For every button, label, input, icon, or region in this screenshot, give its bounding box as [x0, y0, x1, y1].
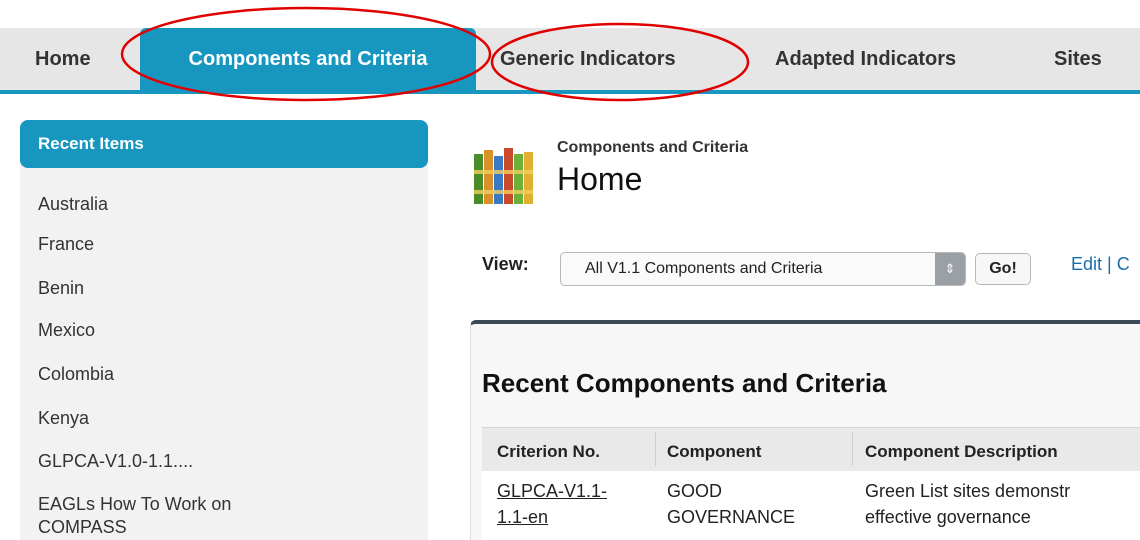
tab-components-and-criteria[interactable]: Components and Criteria — [140, 28, 476, 90]
go-button[interactable]: Go! — [975, 253, 1031, 285]
recent-items-header: Recent Items — [20, 120, 428, 168]
recent-item-link-continuation[interactable]: COMPASS — [38, 517, 127, 538]
component-line2: GOVERNANCE — [667, 507, 796, 527]
column-divider — [655, 432, 656, 466]
column-header-criterion[interactable]: Criterion No. — [497, 442, 600, 462]
recent-item-link[interactable]: GLPCA-V1.0-1.1.... — [38, 451, 193, 472]
description-line1: Green List sites demonstr — [865, 481, 1071, 501]
tab-generic-indicators[interactable]: Generic Indicators — [500, 28, 676, 90]
tab-bar: Home Components and Criteria Generic Ind… — [0, 28, 1140, 94]
view-select-value: All V1.1 Components and Criteria — [585, 260, 823, 277]
recent-item-link[interactable]: Australia — [38, 194, 108, 215]
recent-item-link[interactable]: Mexico — [38, 320, 95, 341]
view-select[interactable]: All V1.1 Components and Criteria ⇕ — [560, 252, 966, 286]
criterion-link-line2[interactable]: 1.1-en — [497, 507, 548, 527]
description-line2: effective governance — [865, 507, 1031, 527]
component-cell: GOOD GOVERNANCE — [667, 478, 795, 530]
recent-item-link[interactable]: Benin — [38, 278, 84, 299]
tab-adapted-indicators[interactable]: Adapted Indicators — [775, 28, 956, 90]
page-title: Home — [557, 161, 643, 197]
column-header-description[interactable]: Component Description — [865, 442, 1058, 462]
select-arrows-icon: ⇕ — [935, 253, 965, 285]
criterion-link[interactable]: GLPCA-V1.1- 1.1-en — [497, 478, 607, 530]
view-label: View: — [482, 254, 529, 274]
description-cell: Green List sites demonstr effective gove… — [865, 478, 1070, 530]
edit-link[interactable]: Edit | C — [1071, 254, 1130, 275]
recent-panel-title: Recent Components and Criteria — [482, 368, 887, 398]
recent-items-sidebar: Recent Items Australia France Benin Mexi… — [20, 120, 428, 540]
books-icon — [474, 148, 533, 204]
column-header-component[interactable]: Component — [667, 442, 761, 462]
recent-item-link[interactable]: France — [38, 234, 94, 255]
recent-item-link[interactable]: Kenya — [38, 408, 89, 429]
component-line1: GOOD — [667, 481, 723, 501]
criterion-link-line1[interactable]: GLPCA-V1.1- — [497, 481, 607, 501]
recent-item-link[interactable]: Colombia — [38, 364, 114, 385]
page-subtitle: Components and Criteria — [557, 139, 749, 156]
recent-item-link[interactable]: EAGLs How To Work on — [38, 494, 231, 515]
tab-home[interactable]: Home — [35, 28, 91, 90]
column-divider — [852, 432, 853, 466]
tab-sites[interactable]: Sites — [1054, 28, 1102, 90]
